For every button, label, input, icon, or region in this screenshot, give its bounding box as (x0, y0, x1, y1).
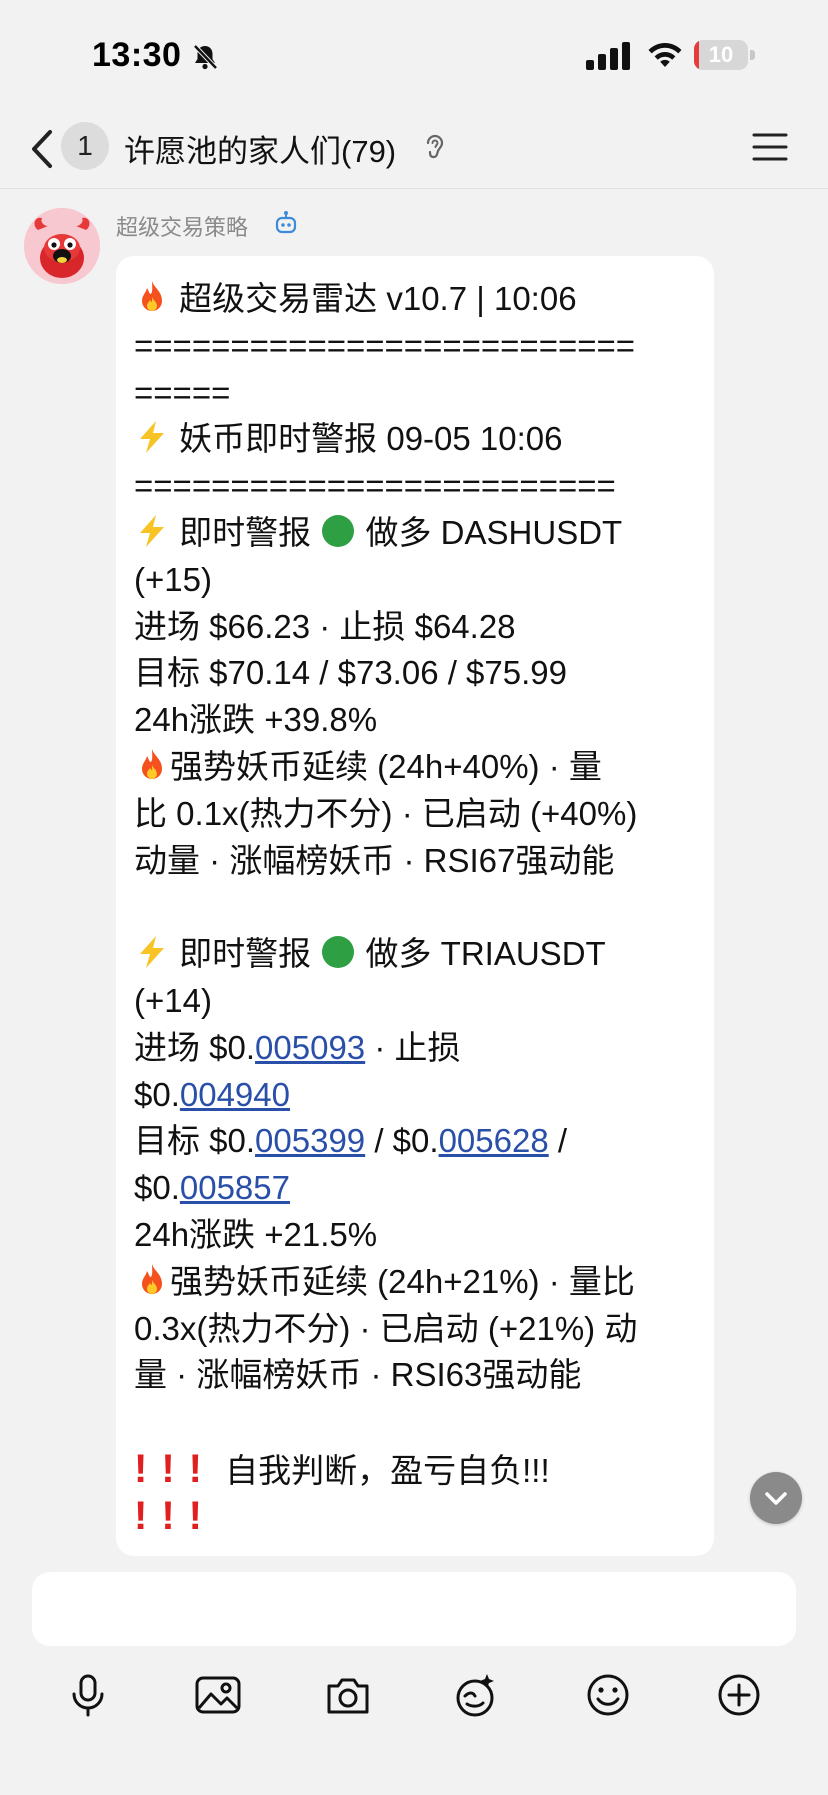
menu-icon[interactable] (752, 130, 788, 164)
battery-icon: 10 (694, 40, 756, 70)
message-line: $0. (134, 1075, 180, 1113)
sender-avatar[interactable] (24, 208, 100, 284)
image-icon[interactable] (193, 1670, 243, 1720)
message-line: 妖币即时警报 09-05 10:06 (179, 420, 563, 458)
message-line: 量 · 涨幅榜妖币 · RSI63强动能 (134, 1356, 582, 1394)
message-line: ========================= (134, 467, 616, 505)
message-line: · 止损 (365, 1028, 461, 1066)
sender-name[interactable]: 超级交易策略 (116, 210, 248, 242)
unread-count-badge[interactable]: 1 (61, 122, 109, 170)
message-line: 比 0.1x(热力不分) · 已启动 (+40%) (134, 794, 638, 832)
message-line: 目标 $0. (134, 1122, 256, 1160)
message-line: 即时警报 (179, 513, 312, 551)
robot-badge-icon (275, 211, 297, 234)
microphone-icon[interactable] (63, 1670, 113, 1720)
message-line: 自我判断，盈亏自负!!! (225, 1451, 550, 1489)
exclamation-marks: !!! (134, 1493, 216, 1538)
chat-title[interactable]: 许愿池的家人们(79) (124, 126, 396, 171)
message-input[interactable] (32, 1572, 796, 1646)
message-line: 24h涨跌 +39.8% (134, 701, 378, 739)
message-line: ========================== (134, 326, 636, 364)
message-line: (+15) (134, 560, 212, 598)
fire-icon (142, 281, 162, 311)
battery-level: 10 (708, 42, 734, 67)
status-bar: 13:30 10 (0, 0, 828, 112)
message-text: 超级交易雷达 v10.7 | 10:06 ===================… (134, 276, 708, 1540)
ear-icon (426, 134, 444, 159)
composer (0, 1556, 828, 1795)
cellular-signal-icon (586, 42, 630, 70)
message-line: / (548, 1122, 568, 1160)
message-line: $0. (134, 1169, 180, 1207)
price-link[interactable]: 005857 (180, 1169, 290, 1206)
message-line: 超级交易雷达 v10.7 | 10:06 (179, 280, 577, 317)
exclamation-marks: !!! (134, 1446, 216, 1491)
fire-icon (142, 748, 162, 779)
chevron-down-icon (765, 1492, 787, 1505)
message-line: / $0. (365, 1122, 439, 1160)
plus-icon[interactable] (714, 1670, 764, 1720)
price-link[interactable]: 004940 (180, 1076, 290, 1113)
sticker-icon[interactable] (451, 1670, 501, 1720)
message-line: (+14) (134, 981, 212, 1019)
message-line: 目标 $70.14 / $73.06 / $75.99 (134, 654, 567, 692)
status-time: 13:30 (92, 36, 182, 74)
lightning-icon (140, 421, 164, 454)
price-link[interactable]: 005093 (255, 1029, 365, 1066)
message-line: 进场 $0. (134, 1028, 256, 1066)
message-line: 做多 TRIAUSDT (365, 935, 606, 973)
message-line: ===== (134, 373, 231, 411)
message-line: 即时警报 (179, 935, 312, 973)
price-link[interactable]: 005399 (255, 1122, 365, 1159)
muted-bell-icon (193, 44, 218, 70)
price-link[interactable]: 005628 (439, 1122, 549, 1159)
fire-icon (142, 1263, 162, 1294)
crayfish-avatar-icon (24, 208, 100, 284)
message-bubble[interactable]: 超级交易雷达 v10.7 | 10:06 ===================… (116, 256, 714, 1556)
scroll-to-bottom-button[interactable] (750, 1472, 802, 1524)
chat-header: 1 许愿池的家人们(79) (0, 112, 828, 189)
message-line: 强势妖币延续 (24h+21%) · 量比 (170, 1262, 635, 1300)
message-line: 强势妖币延续 (24h+40%) · 量 (170, 747, 602, 785)
message-line: 做多 DASHUSDT (365, 513, 623, 551)
message-line: 动量 · 涨幅榜妖币 · RSI67强动能 (134, 841, 615, 879)
message-line: 0.3x(热力不分) · 已启动 (+21%) 动 (134, 1309, 638, 1347)
lightning-icon (140, 514, 164, 547)
green-circle-icon (322, 936, 355, 969)
message-line: 24h涨跌 +21.5% (134, 1215, 378, 1253)
camera-icon[interactable] (323, 1670, 373, 1720)
message-line: 进场 $66.23 · 止损 $64.28 (134, 607, 516, 645)
back-chevron-icon[interactable] (26, 126, 56, 172)
green-circle-icon (322, 514, 355, 547)
emoji-icon[interactable] (583, 1670, 633, 1720)
wifi-icon (648, 43, 682, 67)
lightning-icon (140, 936, 164, 969)
